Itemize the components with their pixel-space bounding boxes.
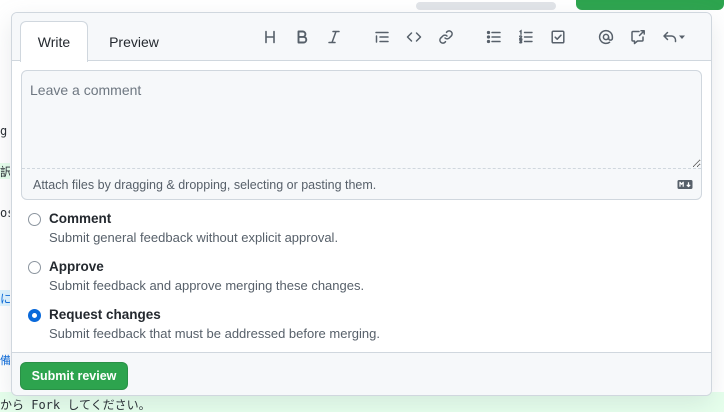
code-icon[interactable] <box>402 26 426 48</box>
task-list-icon[interactable] <box>546 26 570 48</box>
approve-radio[interactable] <box>28 261 41 274</box>
option-description: Submit feedback that must be addressed b… <box>49 326 380 341</box>
review-option-request-changes[interactable]: Request changes Submit feedback that mus… <box>28 307 688 347</box>
cross-reference-icon[interactable] <box>626 26 650 48</box>
option-title: Comment <box>49 211 112 226</box>
option-description: Submit general feedback without explicit… <box>49 230 339 245</box>
comment-textarea[interactable] <box>22 71 701 169</box>
popover-footer: Submit review <box>12 352 711 395</box>
background-bar <box>416 2 556 10</box>
submit-review-button[interactable]: Submit review <box>20 362 128 390</box>
tab-write[interactable]: Write <box>20 21 88 62</box>
review-popover: Write Preview Leave a comment Attach fil… <box>11 12 712 396</box>
background-green-button <box>576 0 724 10</box>
attach-files-hint[interactable]: Attach files by dragging & dropping, sel… <box>33 178 376 192</box>
caret-down-icon <box>679 35 685 39</box>
comment-editor: Attach files by dragging & dropping, sel… <box>21 70 702 200</box>
italic-icon[interactable] <box>322 26 346 48</box>
background-text: に遠 <box>0 290 10 306</box>
heading-icon[interactable] <box>258 26 282 48</box>
bold-icon[interactable] <box>290 26 314 48</box>
background-text: から Fork してください。 <box>0 398 151 412</box>
background-text: 備 <box>0 354 10 367</box>
option-title: Request changes <box>49 307 161 322</box>
option-title: Approve <box>49 259 104 274</box>
comment-radio[interactable] <box>28 213 41 226</box>
saved-replies-icon[interactable] <box>658 26 690 48</box>
bulleted-list-icon[interactable] <box>482 26 506 48</box>
request-changes-radio[interactable] <box>28 309 41 322</box>
tab-preview[interactable]: Preview <box>96 21 172 62</box>
option-description: Submit feedback and approve merging thes… <box>49 278 365 293</box>
tab-bar: Write Preview <box>12 13 711 62</box>
numbered-list-icon[interactable] <box>514 26 538 48</box>
review-option-comment[interactable]: Comment Submit general feedback without … <box>28 211 688 251</box>
review-option-approve[interactable]: Approve Submit feedback and approve merg… <box>28 259 688 299</box>
background-text: 訳 <box>0 163 10 179</box>
link-icon[interactable] <box>434 26 458 48</box>
mention-icon[interactable] <box>594 26 618 48</box>
background-text: g: <box>0 124 10 138</box>
quote-icon[interactable] <box>370 26 394 48</box>
markdown-icon[interactable] <box>677 179 693 190</box>
background-text: os <box>0 206 10 220</box>
